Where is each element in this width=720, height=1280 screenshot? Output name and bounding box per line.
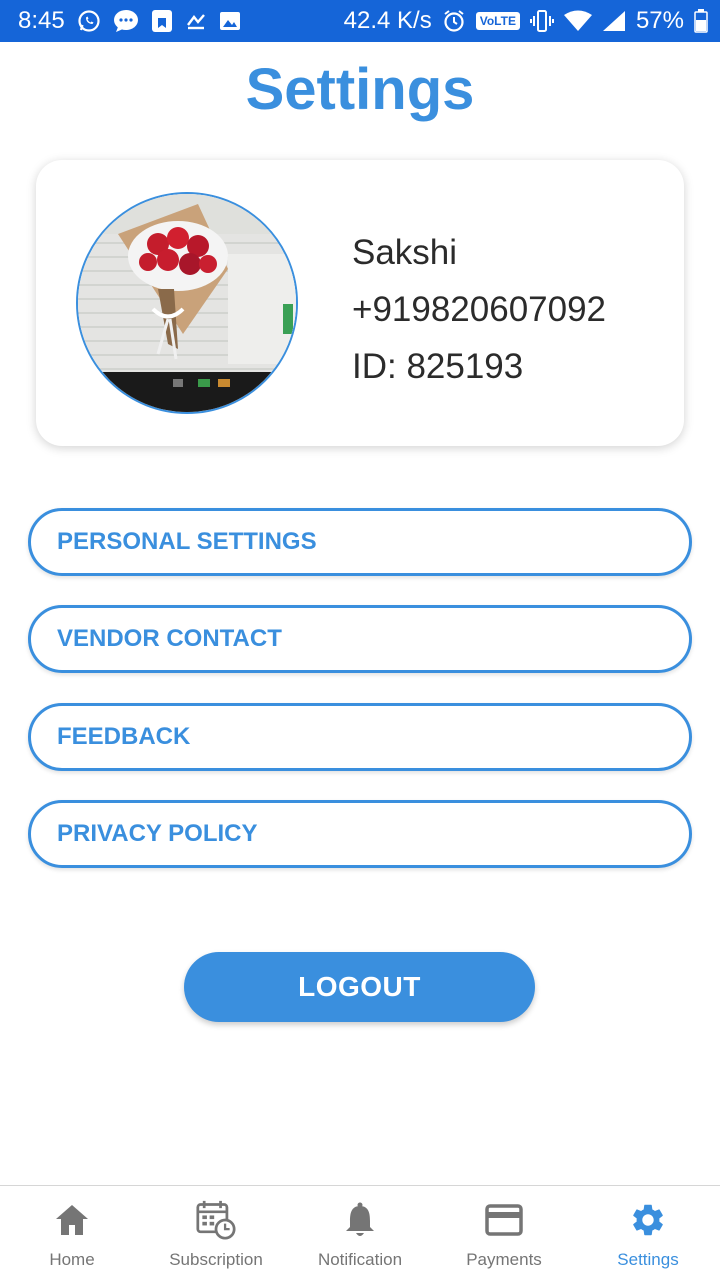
nav-item-payments[interactable]: Payments (432, 1186, 576, 1280)
privacy-policy-button[interactable]: PRIVACY POLICY (28, 800, 692, 868)
profile-name: Sakshi (352, 233, 458, 272)
alarm-icon (442, 9, 466, 33)
avatar[interactable] (76, 192, 298, 414)
battery-percent: 57% (635, 7, 684, 34)
nav-item-notification[interactable]: Notification (288, 1186, 432, 1280)
nav-label-settings: Settings (617, 1250, 679, 1269)
profile-phone: +919820607092 (352, 290, 607, 329)
bell-icon (340, 1200, 380, 1240)
status-bar: 8:45 42.4 K/s VoLTE 57% (0, 0, 720, 42)
status-time: 8:45 (18, 7, 65, 34)
nav-item-settings[interactable]: Settings (576, 1186, 720, 1280)
status-right: 42.4 K/s VoLTE 57% (344, 7, 708, 35)
bottom-nav: Home Subscription Notification Payments … (0, 1185, 720, 1280)
nav-label-subscription: Subscription (169, 1250, 263, 1269)
logout-button[interactable]: LOGOUT (184, 952, 535, 1022)
messages-icon (113, 9, 139, 33)
credit-card-icon (484, 1200, 524, 1240)
vibrate-icon (529, 9, 554, 33)
feedback-button[interactable]: FEEDBACK (28, 703, 692, 771)
whatsapp-icon (77, 9, 101, 33)
vendor-contact-button[interactable]: VENDOR CONTACT (28, 605, 692, 673)
nav-label-notification: Notification (317, 1250, 403, 1269)
nav-item-home[interactable]: Home (0, 1186, 144, 1280)
profile-info: Sakshi +919820607092 ID: 825193 (352, 224, 606, 395)
calendar-clock-icon (196, 1200, 236, 1240)
cell-signal-icon (602, 10, 626, 32)
wifi-icon (563, 10, 592, 32)
page-title: Settings (245, 57, 475, 122)
nav-item-subscription[interactable]: Subscription (144, 1186, 288, 1280)
profile-card: Sakshi +919820607092 ID: 825193 (36, 160, 684, 446)
signal-app-icon (185, 10, 207, 32)
volte-badge: VoLTE (475, 12, 520, 30)
status-left: 8:45 (18, 7, 241, 35)
nav-label-payments: Payments (466, 1250, 542, 1269)
personal-settings-button[interactable]: PERSONAL SETTINGS (28, 508, 692, 576)
nav-label-home: Home (49, 1250, 95, 1269)
battery-icon (694, 9, 708, 33)
gear-icon (628, 1200, 668, 1240)
image-icon (219, 10, 241, 32)
profile-id: ID: 825193 (352, 347, 524, 386)
network-speed: 42.4 K/s (343, 7, 432, 34)
home-icon (52, 1200, 92, 1240)
bookmark-app-icon (151, 9, 173, 33)
